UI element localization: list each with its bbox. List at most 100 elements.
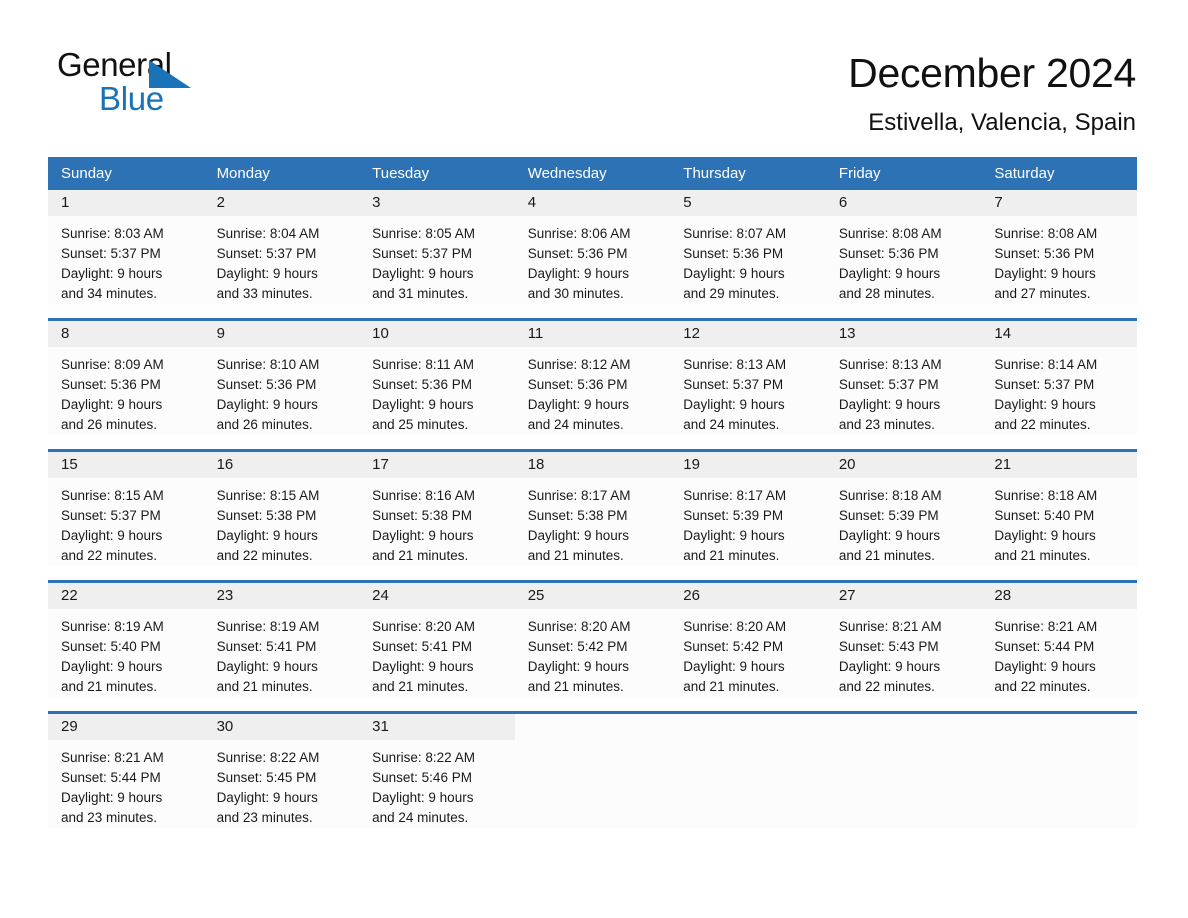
- day-number-band: 10: [359, 321, 515, 347]
- weeks-container: 1 Sunrise: 8:03 AM Sunset: 5:37 PM Daylight…: [48, 190, 1137, 828]
- sunset-time: Sunset: 5:42 PM: [527, 639, 628, 654]
- day-number: 27: [838, 587, 856, 604]
- day-cell[interactable]: 15 Sunrise: 8:15 AM Sunset: 5:37 PM Dayligh…: [48, 452, 204, 566]
- day-cell[interactable]: 23 Sunrise: 8:19 AM Sunset: 5:41 PM Dayligh…: [203, 583, 360, 697]
- day-cell[interactable]: 16 Sunrise: 8:15 AM Sunset: 5:38 PM Dayligh…: [203, 452, 360, 566]
- day-cell[interactable]: 27 Sunrise: 8:21 AM Sunset: 5:43 PM Dayligh…: [825, 583, 982, 697]
- day-cell[interactable]: 28 Sunrise: 8:21 AM Sunset: 5:44 PM Dayligh…: [981, 583, 1137, 697]
- sunset-time: Sunset: 5:37 PM: [994, 377, 1095, 392]
- day-cell[interactable]: 6 Sunrise: 8:08 AM Sunset: 5:36 PM Daylight…: [825, 190, 982, 304]
- day-details: Sunrise: 8:15 AM Sunset: 5:38 PM Daylight:…: [204, 478, 360, 566]
- day-cell[interactable]: 25 Sunrise: 8:20 AM Sunset: 5:42 PM Dayligh…: [514, 583, 671, 697]
- day-details: Sunrise: 8:15 AM Sunset: 5:37 PM Daylight:…: [48, 478, 204, 566]
- day-cell[interactable]: 7 Sunrise: 8:08 AM Sunset: 5:36 PM Daylight…: [981, 190, 1137, 304]
- day-number: 8: [61, 325, 70, 342]
- day-number: 10: [372, 325, 389, 342]
- daylight-duration-line2: and 34 minutes.: [61, 286, 158, 301]
- day-number: 6: [838, 194, 848, 211]
- sunset-time: Sunset: 5:37 PM: [372, 246, 472, 261]
- daylight-duration-line2: and 21 minutes.: [372, 548, 469, 563]
- day-cell[interactable]: 12 Sunrise: 8:13 AM Sunset: 5:37 PM Dayligh…: [670, 321, 826, 435]
- day-cell[interactable]: 8 Sunrise: 8:09 AM Sunset: 5:36 PM Daylight…: [48, 321, 204, 435]
- day-cell[interactable]: 19 Sunrise: 8:17 AM Sunset: 5:39 PM Dayligh…: [670, 452, 826, 566]
- sunrise-time: Sunrise: 8:08 AM: [838, 226, 942, 241]
- sunset-time: Sunset: 5:36 PM: [683, 246, 784, 261]
- day-cell[interactable]: 21 Sunrise: 8:18 AM Sunset: 5:40 PM Dayligh…: [981, 452, 1137, 566]
- sunset-time: Sunset: 5:37 PM: [838, 377, 939, 392]
- daylight-duration-line2: and 30 minutes.: [527, 286, 624, 301]
- day-number-band: 18: [514, 452, 671, 478]
- day-number: 17: [372, 456, 389, 473]
- day-cell[interactable]: 2 Sunrise: 8:04 AM Sunset: 5:37 PM Daylight…: [203, 190, 360, 304]
- day-cell[interactable]: 3 Sunrise: 8:05 AM Sunset: 5:37 PM Daylight…: [359, 190, 515, 304]
- daylight-duration-line2: and 21 minutes.: [683, 548, 780, 563]
- daylight-duration-line1: Daylight: 9 hours: [683, 659, 785, 674]
- day-cell[interactable]: 17 Sunrise: 8:16 AM Sunset: 5:38 PM Dayligh…: [359, 452, 515, 566]
- day-details: Sunrise: 8:05 AM Sunset: 5:37 PM Daylight:…: [359, 216, 515, 304]
- sunrise-time: Sunrise: 8:21 AM: [61, 750, 164, 765]
- day-number: 31: [372, 718, 389, 735]
- day-cell[interactable]: 5 Sunrise: 8:07 AM Sunset: 5:36 PM Daylight…: [670, 190, 826, 304]
- sunrise-time: Sunrise: 8:11 AM: [372, 357, 474, 372]
- day-number: 23: [216, 587, 234, 604]
- daylight-duration-line2: and 21 minutes.: [527, 548, 624, 563]
- day-number-band: 21: [981, 452, 1137, 478]
- day-cell[interactable]: 22 Sunrise: 8:19 AM Sunset: 5:40 PM Dayligh…: [48, 583, 204, 697]
- day-number-band: 9: [203, 321, 360, 347]
- day-cell[interactable]: 30 Sunrise: 8:22 AM Sunset: 5:45 PM Dayligh…: [203, 714, 360, 828]
- weekday-header-sunday: Sunday: [61, 165, 112, 182]
- sunset-time: Sunset: 5:37 PM: [61, 508, 161, 523]
- sunset-time: Sunset: 5:38 PM: [216, 508, 317, 523]
- day-cell[interactable]: 11 Sunrise: 8:12 AM Sunset: 5:36 PM Dayligh…: [514, 321, 671, 435]
- sunset-time: Sunset: 5:41 PM: [216, 639, 317, 654]
- weekday-header-wednesday: Wednesday: [527, 165, 607, 182]
- day-cell[interactable]: 9 Sunrise: 8:10 AM Sunset: 5:36 PM Daylight…: [203, 321, 360, 435]
- sunset-time: Sunset: 5:36 PM: [372, 377, 472, 392]
- day-details: Sunrise: 8:08 AM Sunset: 5:36 PM Daylight:…: [826, 216, 982, 304]
- day-details: Sunrise: 8:16 AM Sunset: 5:38 PM Daylight:…: [359, 478, 515, 566]
- daylight-duration-line1: Daylight: 9 hours: [61, 397, 163, 412]
- sunrise-time: Sunrise: 8:04 AM: [216, 226, 320, 241]
- sunrise-time: Sunrise: 8:20 AM: [527, 619, 631, 634]
- sunset-time: Sunset: 5:44 PM: [61, 770, 161, 785]
- daylight-duration-line1: Daylight: 9 hours: [683, 528, 785, 543]
- day-number-band: 7: [981, 190, 1137, 216]
- sunrise-time: Sunrise: 8:17 AM: [683, 488, 787, 503]
- day-details: Sunrise: 8:11 AM Sunset: 5:36 PM Daylight:…: [359, 347, 515, 435]
- sunrise-time: Sunrise: 8:07 AM: [683, 226, 787, 241]
- day-number-band: [826, 714, 982, 740]
- day-cell[interactable]: 4 Sunrise: 8:06 AM Sunset: 5:36 PM Daylight…: [514, 190, 671, 304]
- day-number: 11: [527, 325, 544, 342]
- daylight-duration-line2: and 22 minutes.: [216, 548, 313, 563]
- day-details: Sunrise: 8:04 AM Sunset: 5:37 PM Daylight:…: [204, 216, 360, 304]
- daylight-duration-line1: Daylight: 9 hours: [527, 528, 630, 543]
- daylight-duration-line1: Daylight: 9 hours: [527, 266, 630, 281]
- day-cell[interactable]: 13 Sunrise: 8:13 AM Sunset: 5:37 PM Dayligh…: [825, 321, 982, 435]
- sunrise-time: Sunrise: 8:19 AM: [216, 619, 320, 634]
- daylight-duration-line1: Daylight: 9 hours: [994, 397, 1096, 412]
- day-cell[interactable]: 31 Sunrise: 8:22 AM Sunset: 5:46 PM Dayligh…: [359, 714, 515, 828]
- day-number: 12: [683, 325, 700, 342]
- daylight-duration-line1: Daylight: 9 hours: [61, 528, 163, 543]
- day-cell[interactable]: 10 Sunrise: 8:11 AM Sunset: 5:36 PM Dayligh…: [359, 321, 515, 435]
- day-details: Sunrise: 8:03 AM Sunset: 5:37 PM Daylight:…: [48, 216, 204, 304]
- day-cell[interactable]: 26 Sunrise: 8:20 AM Sunset: 5:42 PM Dayligh…: [670, 583, 826, 697]
- day-number-band: 24: [359, 583, 515, 609]
- week-row: 8 Sunrise: 8:09 AM Sunset: 5:36 PM Daylight…: [48, 318, 1137, 435]
- day-number-band: [515, 714, 671, 740]
- day-cell[interactable]: 20 Sunrise: 8:18 AM Sunset: 5:39 PM Dayligh…: [825, 452, 982, 566]
- day-cell[interactable]: 14 Sunrise: 8:14 AM Sunset: 5:37 PM Dayligh…: [981, 321, 1137, 435]
- day-number: 1: [61, 194, 70, 211]
- sunrise-time: Sunrise: 8:17 AM: [527, 488, 631, 503]
- day-number: 20: [838, 456, 856, 473]
- daylight-duration-line2: and 21 minutes.: [61, 679, 158, 694]
- day-cell[interactable]: 18 Sunrise: 8:17 AM Sunset: 5:38 PM Dayligh…: [514, 452, 671, 566]
- sunrise-time: Sunrise: 8:21 AM: [838, 619, 942, 634]
- generalblue-logo[interactable]: General Blue: [57, 46, 227, 117]
- day-cell[interactable]: 29 Sunrise: 8:21 AM Sunset: 5:44 PM Dayligh…: [48, 714, 204, 828]
- day-cell-empty: [981, 714, 1137, 828]
- sunset-time: Sunset: 5:36 PM: [838, 246, 939, 261]
- day-number-band: [981, 714, 1137, 740]
- day-cell[interactable]: 24 Sunrise: 8:20 AM Sunset: 5:41 PM Dayligh…: [359, 583, 515, 697]
- day-cell[interactable]: 1 Sunrise: 8:03 AM Sunset: 5:37 PM Daylight…: [48, 190, 204, 304]
